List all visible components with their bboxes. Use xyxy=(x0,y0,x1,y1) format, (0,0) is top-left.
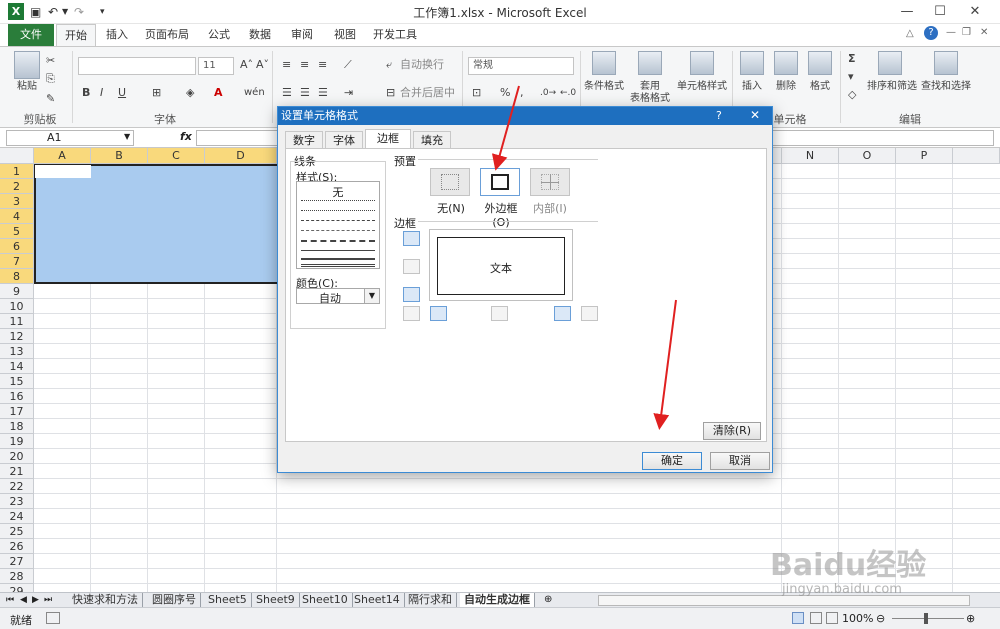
annotation-arrows xyxy=(491,85,677,430)
arrow-to-ok-button xyxy=(653,299,677,430)
watermark-url: jingyan.baidu.com xyxy=(782,582,902,597)
watermark-brand: Baidu经验 xyxy=(770,548,927,583)
arrow-to-outline-preset xyxy=(491,85,520,171)
